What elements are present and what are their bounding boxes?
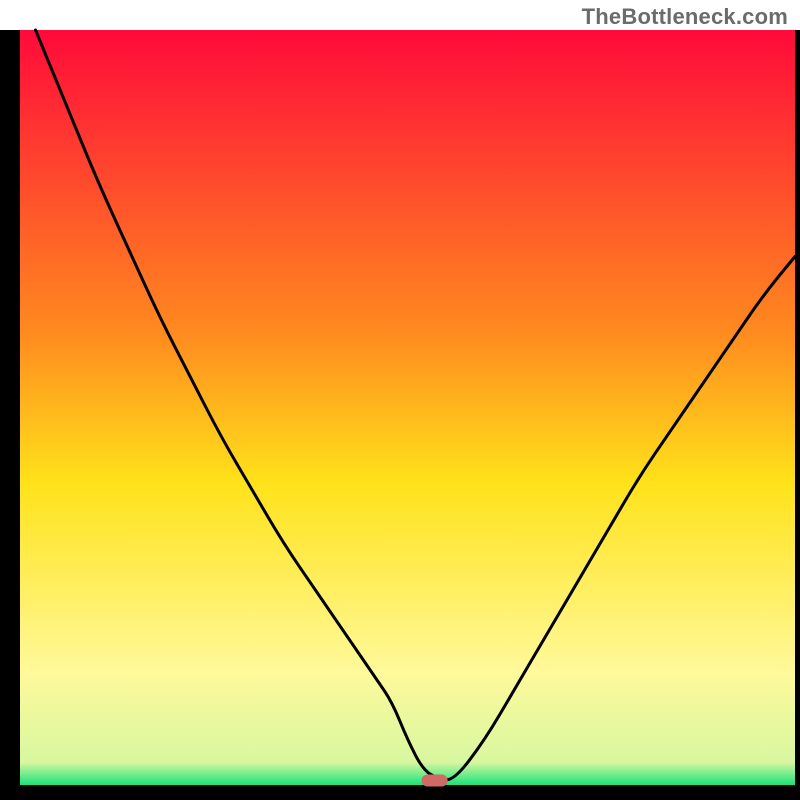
chart-background <box>20 30 795 785</box>
bottleneck-chart <box>0 0 800 800</box>
optimal-marker <box>422 774 448 786</box>
frame-right <box>795 30 800 800</box>
frame-left <box>0 30 20 800</box>
frame-bottom <box>0 785 800 800</box>
chart-stage: TheBottleneck.com <box>0 0 800 800</box>
watermark-text: TheBottleneck.com <box>582 4 788 30</box>
